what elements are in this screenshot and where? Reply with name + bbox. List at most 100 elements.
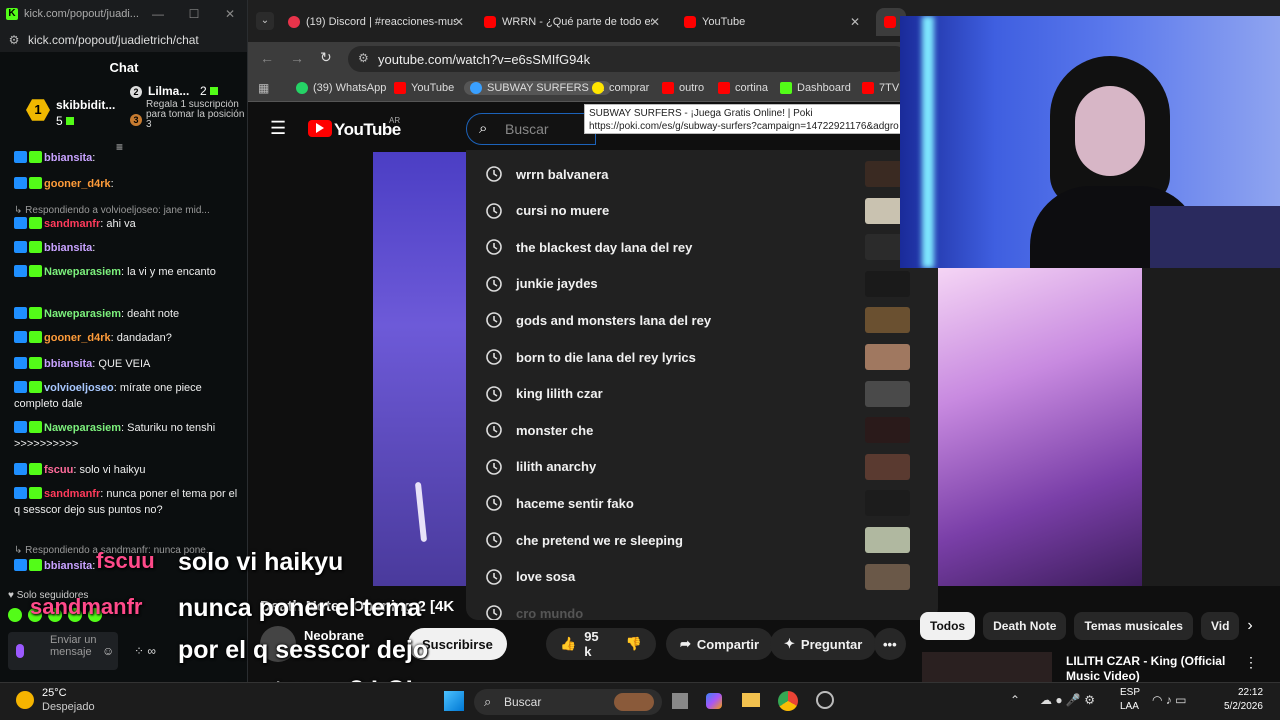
youtube-search-input[interactable]: ⌕ Buscar xyxy=(466,113,596,145)
tab-wrrn[interactable]: WRRN - ¿Qué parte de todo es ✕ xyxy=(476,8,668,36)
chat-message[interactable]: Naweparasiem: la vi y me encanto xyxy=(14,264,242,280)
close-tab-icon[interactable]: ✕ xyxy=(850,15,860,29)
chat-username[interactable]: Naweparasiem xyxy=(44,308,121,320)
obs-icon[interactable] xyxy=(816,691,834,709)
search-suggestion[interactable]: the blackest day lana del rey xyxy=(466,229,938,265)
chat-username[interactable]: fscuu xyxy=(44,464,73,476)
chat-username[interactable]: Naweparasiem xyxy=(44,422,121,434)
minimize-icon[interactable]: — xyxy=(140,7,176,21)
chat-message[interactable]: volvioeljoseo: mírate one piece completo… xyxy=(14,380,242,412)
chat-message[interactable]: Naweparasiem: deaht note xyxy=(14,306,242,322)
chat-message[interactable]: sandmanfr: ahi va xyxy=(14,216,242,232)
weather-icon[interactable] xyxy=(16,691,34,709)
bookmark-dashboard[interactable]: Dashboard xyxy=(780,82,851,94)
file-explorer-icon[interactable] xyxy=(742,693,760,707)
emote-icon[interactable] xyxy=(8,608,22,622)
chat-username[interactable]: gooner_d4rk xyxy=(44,178,111,190)
clock-time[interactable]: 22:12 xyxy=(1238,687,1263,698)
bookmark-7tv[interactable]: 7TV xyxy=(862,82,899,94)
close-tab-icon[interactable]: ✕ xyxy=(650,15,660,29)
chip-temas-musicales[interactable]: Temas musicales xyxy=(1074,612,1193,640)
chat-username[interactable]: gooner_d4rk xyxy=(44,332,111,344)
chat-settings-icon[interactable]: ⁘ ∞ xyxy=(134,644,156,658)
site-info-icon[interactable]: ⚙ xyxy=(358,51,369,65)
tray-chevron-icon[interactable]: ⌃ xyxy=(1010,693,1020,707)
rank-2-name[interactable]: Lilma... xyxy=(148,84,189,98)
search-suggestion[interactable]: junkie jaydes xyxy=(466,266,938,302)
chat-username[interactable]: bbiansita xyxy=(44,358,92,370)
dislike-icon[interactable]: 👎 xyxy=(626,636,642,652)
chat-message[interactable]: bbiansita: xyxy=(14,150,242,166)
address-bar[interactable]: ⚙ youtube.com/watch?v=e6sSMIfG94k xyxy=(348,46,908,72)
taskbar-search[interactable]: ⌕ Buscar xyxy=(474,689,662,715)
bookmark-outro[interactable]: outro xyxy=(662,82,704,94)
bookmark-cortina[interactable]: cortina xyxy=(718,82,768,94)
bookmark-whatsapp[interactable]: (39) WhatsApp xyxy=(296,82,386,94)
recommended-title[interactable]: LILITH CZAR - King (Official Music Video… xyxy=(1066,654,1236,682)
tray-apps-icon[interactable]: ☁ ● 🎤 ⚙ xyxy=(1040,693,1095,707)
keyboard-layout[interactable]: LAA xyxy=(1120,701,1139,712)
reload-icon[interactable]: ↻ xyxy=(320,49,332,66)
chat-message[interactable]: sandmanfr: nunca poner el tema por el q … xyxy=(14,486,242,518)
forward-icon[interactable]: → xyxy=(290,50,304,66)
tab-youtube[interactable]: YouTube ✕ xyxy=(676,8,868,36)
chat-message[interactable]: bbiansita: QUE VEIA xyxy=(14,356,242,372)
windows-start-icon[interactable] xyxy=(444,691,464,711)
clock-date[interactable]: 5/2/2026 xyxy=(1224,701,1263,712)
chat-message[interactable]: fscuu: solo vi haikyu xyxy=(14,462,242,478)
chip-todos[interactable]: Todos xyxy=(920,612,976,640)
chat-message[interactable]: gooner_d4rk: xyxy=(14,176,242,192)
menu-icon[interactable]: ☰ xyxy=(270,118,286,139)
back-icon[interactable]: ← xyxy=(260,50,274,66)
chat-username[interactable]: bbiansita xyxy=(44,242,92,254)
emoji-icon[interactable]: ☺ xyxy=(102,644,114,658)
close-icon[interactable]: ✕ xyxy=(212,7,247,21)
network-volume-battery-icon[interactable]: ◠ ♪ ▭ xyxy=(1152,693,1186,707)
chat-message[interactable]: gooner_d4rk: dandadan? xyxy=(14,330,242,346)
weather-temp[interactable]: 25°C xyxy=(42,687,67,699)
like-icon[interactable]: 👍 xyxy=(560,636,576,652)
language-code[interactable]: ESP xyxy=(1120,687,1140,698)
like-count[interactable]: 95 k xyxy=(584,629,608,659)
search-suggestion[interactable]: haceme sentir fako xyxy=(466,485,938,521)
chip-videos[interactable]: Vid xyxy=(1200,612,1240,640)
task-view-icon[interactable] xyxy=(672,693,688,709)
chat-username[interactable]: Naweparasiem xyxy=(44,266,121,278)
bookmark-comprar[interactable]: comprar xyxy=(592,82,649,94)
site-settings-icon[interactable]: ⚙ xyxy=(0,33,28,47)
kick-address-bar[interactable]: ⚙ kick.com/popout/juadietrich/chat xyxy=(0,28,247,52)
copilot-icon[interactable] xyxy=(706,693,722,709)
chrome-icon[interactable] xyxy=(778,691,798,711)
maximize-icon[interactable]: ☐ xyxy=(176,7,212,21)
share-button[interactable]: ➦ Compartir xyxy=(666,628,774,660)
search-suggestion[interactable]: monster che xyxy=(466,412,938,448)
search-suggestion[interactable]: lilith anarchy xyxy=(466,449,938,485)
close-tab-icon[interactable]: ✕ xyxy=(454,15,464,29)
chat-input[interactable]: Enviar un mensaje ☺ xyxy=(8,632,118,670)
video-player-left[interactable] xyxy=(373,152,467,586)
rank-1-name[interactable]: skibbidit... xyxy=(56,98,115,112)
tab-search-icon[interactable]: ⌄ xyxy=(256,12,274,30)
chat-message[interactable]: Naweparasiem: Saturiku no tenshi >>>>>>>… xyxy=(14,420,242,452)
bookmark-youtube[interactable]: YouTube xyxy=(394,82,454,94)
more-vert-icon[interactable]: ⋮ xyxy=(1244,654,1258,671)
chevron-right-icon[interactable]: › xyxy=(1247,617,1252,635)
search-suggestion[interactable]: wrrn balvanera xyxy=(466,156,938,192)
ask-button[interactable]: ✦ Preguntar xyxy=(770,628,877,660)
chat-username[interactable]: sandmanfr xyxy=(44,218,100,230)
chip-death-note[interactable]: Death Note xyxy=(983,612,1067,640)
chat-username[interactable]: volvioeljoseo xyxy=(44,382,114,394)
search-suggestion[interactable]: born to die lana del rey lyrics xyxy=(466,339,938,375)
tab-discord[interactable]: (19) Discord | #reacciones-mus ✕ xyxy=(280,8,472,36)
chat-username[interactable]: bbiansita xyxy=(44,152,92,164)
apps-grid-icon[interactable]: ▦ xyxy=(258,81,269,95)
search-suggestion[interactable]: gods and monsters lana del rey xyxy=(466,302,938,338)
search-suggestion[interactable]: cro mundo xyxy=(466,595,938,620)
video-player-right[interactable] xyxy=(938,268,1142,586)
search-suggestion[interactable]: king lilith czar xyxy=(466,376,938,412)
chat-username[interactable]: sandmanfr xyxy=(44,488,100,500)
microphone-icon[interactable] xyxy=(16,644,24,658)
search-suggestion[interactable]: cursi no muere xyxy=(466,193,938,229)
more-actions-icon[interactable]: ••• xyxy=(874,628,906,660)
chat-message[interactable]: bbiansita: xyxy=(14,240,242,256)
